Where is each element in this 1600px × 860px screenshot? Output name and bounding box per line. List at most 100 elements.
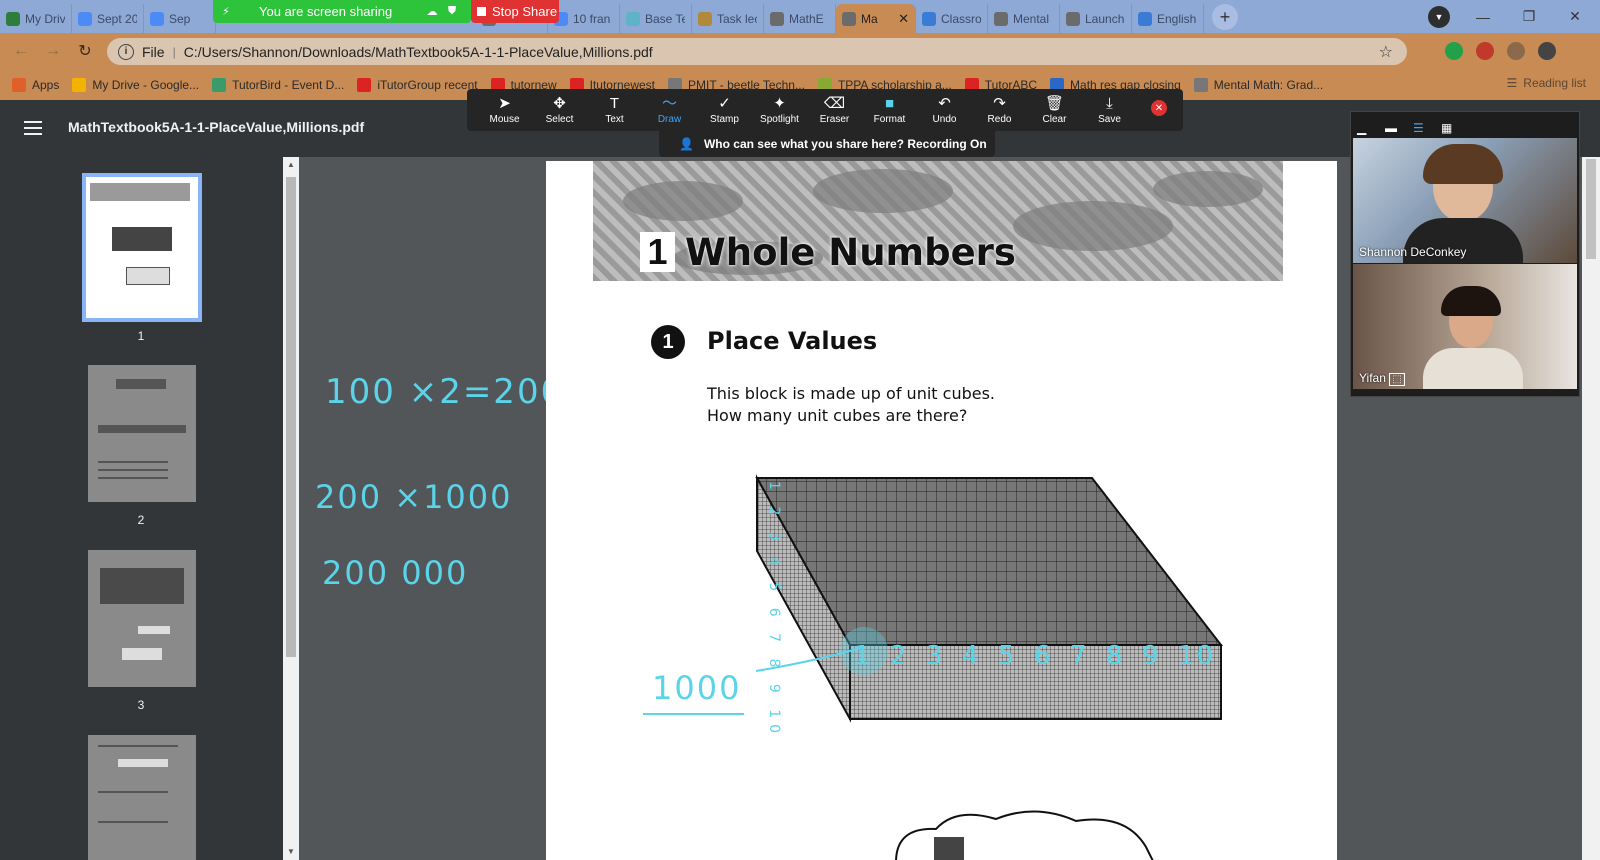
tab-search-icon[interactable]: ▼ bbox=[1428, 6, 1450, 28]
tab-favicon-icon bbox=[626, 11, 640, 26]
tool-spotlight[interactable]: ✦ Spotlight bbox=[752, 95, 807, 125]
minimize-video-icon[interactable]: ▁ bbox=[1357, 121, 1366, 135]
bookmark-label: Apps bbox=[32, 78, 60, 92]
tool-text[interactable]: T Text bbox=[587, 95, 642, 125]
url-scheme: File bbox=[142, 43, 165, 60]
tool-save[interactable]: ⤓ Save bbox=[1082, 95, 1137, 125]
extension-icon[interactable] bbox=[1445, 42, 1463, 60]
annotation-line-3: 200 000 bbox=[322, 554, 469, 592]
tool-label: Spotlight bbox=[760, 114, 799, 125]
row-number-annotation: 1 bbox=[854, 641, 873, 671]
bookmark-item[interactable]: My Drive - Google... bbox=[72, 78, 199, 92]
bookmark-item[interactable]: TutorBird - Event D... bbox=[212, 78, 344, 92]
row-number-annotation: 2 bbox=[890, 641, 909, 671]
site-info-icon[interactable]: i bbox=[118, 43, 134, 60]
tool-draw[interactable]: 〜 Draw bbox=[642, 95, 697, 125]
tab-title: Mental bbox=[1013, 11, 1050, 26]
cursor-icon: ➤ bbox=[498, 95, 511, 112]
tool-clear[interactable]: 🗑 Clear bbox=[1027, 95, 1082, 125]
browser-tab[interactable]: Classro bbox=[916, 4, 988, 33]
page-scroll-thumb[interactable] bbox=[1586, 159, 1596, 259]
profile-avatar[interactable] bbox=[1538, 42, 1556, 60]
page-thumbnail-3[interactable] bbox=[88, 550, 196, 687]
column-number-annotations: 1 2 3 4 5 6 7 8 9 10 bbox=[766, 481, 782, 740]
undo-icon: ↶ bbox=[938, 95, 951, 112]
stop-share-button[interactable]: Stop Share bbox=[471, 0, 559, 23]
address-bar[interactable]: i File | C:/Users/Shannon/Downloads/Math… bbox=[107, 38, 1407, 65]
page-thumbnail-4[interactable] bbox=[88, 735, 196, 860]
bookmark-icon bbox=[357, 78, 372, 92]
url-text[interactable]: C:/Users/Shannon/Downloads/MathTextbook5… bbox=[184, 44, 653, 60]
bookmark-item[interactable]: iTutorGroup recent bbox=[357, 78, 478, 92]
tool-label: Mouse bbox=[489, 114, 520, 125]
people-icon: 👤 bbox=[679, 137, 694, 151]
tab-title: Sep bbox=[169, 11, 191, 26]
bookmark-icon bbox=[212, 78, 227, 92]
scroll-up-icon[interactable]: ▲ bbox=[287, 160, 295, 169]
bookmark-item[interactable]: Mental Math: Grad... bbox=[1193, 78, 1323, 92]
browser-tab[interactable]: English bbox=[1132, 4, 1204, 33]
close-tab-icon[interactable]: ✕ bbox=[898, 11, 909, 27]
text-icon: T bbox=[609, 95, 620, 112]
browser-tab[interactable]: Base Te bbox=[620, 4, 692, 33]
recording-notice[interactable]: 👤 Who can see what you share here? Recor… bbox=[659, 131, 995, 157]
browser-tab[interactable]: Sept 20 bbox=[72, 4, 144, 33]
browser-tab[interactable]: Mental bbox=[988, 4, 1060, 33]
browser-tab[interactable]: Ma ✕ bbox=[836, 4, 916, 33]
sidebar-scroll-thumb[interactable] bbox=[286, 177, 296, 657]
draw-icon: 〜 bbox=[661, 95, 677, 112]
forward-icon[interactable]: → bbox=[42, 40, 64, 62]
tab-title: Sept 20 bbox=[97, 11, 137, 26]
browser-tab[interactable]: My Driv bbox=[0, 4, 72, 33]
thumbnail-view-icon[interactable]: ▬ bbox=[1385, 121, 1397, 135]
back-icon[interactable]: ← bbox=[10, 40, 32, 62]
page-scrollbar[interactable] bbox=[1582, 157, 1600, 860]
tool-mouse[interactable]: ➤ Mouse bbox=[477, 95, 532, 125]
row-number-annotation: 10 bbox=[1178, 641, 1216, 671]
screen-sharing-banner[interactable]: ⚡ You are screen sharing ☁ ⛊ bbox=[213, 0, 471, 23]
new-tab-button[interactable]: + bbox=[1212, 4, 1238, 30]
reload-icon[interactable]: ↻ bbox=[74, 40, 96, 62]
bookmark-item[interactable]: Apps bbox=[12, 78, 59, 92]
close-window-icon[interactable]: ✕ bbox=[1552, 0, 1598, 33]
browser-tab[interactable]: MathE bbox=[764, 4, 836, 33]
menu-icon[interactable] bbox=[24, 121, 42, 135]
row-number-annotation: 7 bbox=[1070, 641, 1089, 671]
tool-undo[interactable]: ↶ Undo bbox=[917, 95, 972, 125]
page-thumbnail-1[interactable] bbox=[82, 173, 202, 322]
bookmark-star-icon[interactable]: ☆ bbox=[1379, 42, 1393, 62]
tool-format[interactable]: ■ Format bbox=[862, 95, 917, 125]
browser-tab[interactable]: Sep bbox=[144, 4, 216, 33]
restore-icon[interactable]: ❐ bbox=[1506, 0, 1552, 33]
tool-eraser[interactable]: ⌫ Eraser bbox=[807, 95, 862, 125]
tool-select[interactable]: ✥ Select bbox=[532, 95, 587, 125]
tool-label: Select bbox=[545, 114, 574, 125]
browser-tab[interactable]: Task lec bbox=[692, 4, 764, 33]
tab-title: Base Te bbox=[645, 11, 685, 26]
speaker-view-icon[interactable]: ☰ bbox=[1413, 121, 1424, 135]
recording-notice-text: Who can see what you share here? Recordi… bbox=[703, 137, 987, 151]
bookmark-icon bbox=[72, 78, 87, 92]
browser-tab[interactable]: Launch bbox=[1060, 4, 1132, 33]
tool-label: Redo bbox=[987, 114, 1012, 125]
ublock-icon[interactable] bbox=[1476, 42, 1494, 60]
video-tile-yifan[interactable]: Yifan ⬚ bbox=[1353, 264, 1577, 389]
tool-label: Format bbox=[873, 114, 906, 125]
scroll-down-icon[interactable]: ▼ bbox=[287, 847, 295, 856]
cloud-icon: ☁ bbox=[426, 6, 438, 18]
minimize-icon[interactable]: — bbox=[1460, 0, 1506, 33]
row-number-annotation: 3 bbox=[926, 641, 945, 671]
address-toolbar: ← → ↻ i File | C:/Users/Shannon/Download… bbox=[0, 33, 1600, 70]
sidebar-scrollbar[interactable]: ▲ ▼ bbox=[283, 157, 299, 860]
video-tile-shannon[interactable]: Shannon DeConkey bbox=[1353, 138, 1577, 263]
bookmark-label: My Drive - Google... bbox=[92, 78, 200, 92]
tool-redo[interactable]: ↷ Redo bbox=[972, 95, 1027, 125]
puzzle-icon[interactable] bbox=[1507, 42, 1525, 60]
reading-list-button[interactable]: ☰ Reading list bbox=[1507, 76, 1586, 90]
bookmark-icon bbox=[1193, 78, 1208, 92]
tool-stamp[interactable]: ✓ Stamp bbox=[697, 95, 752, 125]
row-number-annotation: 9 bbox=[1142, 641, 1161, 671]
gallery-view-icon[interactable]: ▦ bbox=[1441, 121, 1452, 135]
close-annotation-icon[interactable]: ✕ bbox=[1151, 100, 1167, 116]
page-thumbnail-2[interactable] bbox=[88, 365, 196, 502]
